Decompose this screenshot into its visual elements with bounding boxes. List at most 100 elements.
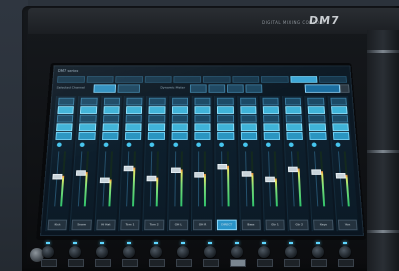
- hardware-select-key[interactable]: [95, 259, 111, 267]
- channel-name-label[interactable]: Bass: [241, 219, 261, 231]
- screen-tab[interactable]: [231, 76, 260, 83]
- channel-eq-button[interactable]: [308, 114, 326, 123]
- hardware-select-key[interactable]: [68, 259, 84, 267]
- channel-input-button[interactable]: [148, 97, 166, 106]
- channel-send-button[interactable]: [124, 132, 142, 140]
- fader-cap[interactable]: [335, 173, 346, 179]
- channel-eq-button[interactable]: [240, 114, 257, 123]
- channel-dyn-button[interactable]: [309, 123, 326, 132]
- channel-eq-button[interactable]: [79, 114, 97, 123]
- channel-send-button[interactable]: [171, 132, 188, 140]
- channel-send-button[interactable]: [332, 132, 350, 140]
- hardware-encoder-knob[interactable]: [69, 246, 81, 258]
- channel-input-button[interactable]: [126, 97, 143, 106]
- channel-send-button[interactable]: [147, 132, 165, 140]
- screen-tab-active[interactable]: [290, 76, 318, 83]
- screen-tab[interactable]: [56, 76, 85, 83]
- hardware-select-key[interactable]: [338, 259, 354, 267]
- channel-eq-button[interactable]: [102, 114, 120, 123]
- channel-input-button[interactable]: [58, 97, 75, 106]
- channel-dyn-button[interactable]: [286, 123, 303, 132]
- channel-input-button[interactable]: [284, 97, 302, 106]
- channel-send-button[interactable]: [240, 132, 258, 140]
- hardware-select-key[interactable]: [41, 259, 57, 267]
- channel-strip[interactable]: OH R: [190, 96, 214, 232]
- channel-gain-button[interactable]: [194, 106, 211, 114]
- screen-tab[interactable]: [261, 76, 289, 83]
- screen-tab[interactable]: [202, 76, 231, 83]
- close-button[interactable]: [339, 84, 350, 93]
- channel-pan-knob[interactable]: [288, 142, 294, 147]
- channel-strip[interactable]: Tom 1: [118, 96, 145, 232]
- channel-gain-button[interactable]: [285, 106, 302, 114]
- channel-name-label[interactable]: Kick: [47, 219, 68, 231]
- channel-name-label[interactable]: Gtr 1: [265, 219, 285, 231]
- channel-send-button[interactable]: [217, 132, 234, 140]
- channel-name-label[interactable]: Hi Hat: [95, 219, 116, 231]
- channel-name-label[interactable]: Tom 1: [120, 219, 140, 231]
- channel-name-label[interactable]: Snare: [71, 219, 92, 231]
- fader-cap[interactable]: [311, 169, 322, 175]
- channel-gain-button[interactable]: [217, 106, 234, 114]
- recall-button[interactable]: [304, 84, 341, 93]
- channel-eq-button[interactable]: [148, 114, 165, 123]
- channel-send-button[interactable]: [309, 132, 327, 140]
- channel-dyn-button[interactable]: [263, 123, 280, 132]
- channel-pan-knob[interactable]: [265, 142, 271, 147]
- channel-pan-knob[interactable]: [79, 142, 86, 147]
- hardware-encoder-knob[interactable]: [231, 246, 243, 258]
- channel-dyn-button[interactable]: [125, 123, 142, 132]
- channel-name-label[interactable]: Tom 2: [144, 219, 164, 231]
- channel-gain-button[interactable]: [57, 106, 75, 114]
- hardware-encoder-knob[interactable]: [42, 246, 54, 258]
- channel-pan-knob[interactable]: [196, 142, 201, 147]
- channel-dyn-button[interactable]: [194, 123, 211, 132]
- fader-cap[interactable]: [264, 176, 275, 183]
- channel-name-label[interactable]: DIRECT: [217, 219, 237, 231]
- channel-strip[interactable]: Gtr 1: [259, 96, 286, 232]
- channel-pan-knob[interactable]: [242, 142, 248, 147]
- channel-pan-knob[interactable]: [172, 142, 178, 147]
- channel-pan-knob[interactable]: [103, 142, 109, 147]
- channel-dyn-button[interactable]: [102, 123, 119, 132]
- fader-cap[interactable]: [194, 172, 204, 178]
- hardware-encoder-knob[interactable]: [312, 246, 324, 258]
- channel-gain-button[interactable]: [125, 106, 143, 114]
- channel-input-button[interactable]: [330, 97, 347, 106]
- channel-name-label[interactable]: Keys: [313, 219, 334, 231]
- screen-tab[interactable]: [86, 76, 114, 83]
- channel-eq-button[interactable]: [171, 114, 188, 123]
- hardware-select-key[interactable]: [257, 259, 273, 267]
- hardware-select-key[interactable]: [203, 259, 219, 267]
- fader-cap[interactable]: [76, 170, 87, 176]
- channel-input-button[interactable]: [103, 97, 121, 106]
- hardware-select-key[interactable]: [176, 259, 192, 267]
- hardware-encoder-knob[interactable]: [96, 246, 108, 258]
- channel-pan-knob[interactable]: [149, 142, 155, 147]
- fader-cap[interactable]: [241, 171, 252, 177]
- fader-cap[interactable]: [170, 167, 181, 174]
- channel-eq-button[interactable]: [194, 114, 211, 123]
- screen-tab[interactable]: [173, 76, 202, 83]
- fader-cap[interactable]: [217, 163, 228, 170]
- channel-input-button[interactable]: [80, 97, 98, 106]
- channel-strip[interactable]: Bass: [236, 96, 262, 232]
- channel-input-button[interactable]: [307, 97, 325, 106]
- fader-cap[interactable]: [288, 166, 298, 173]
- channel-eq-button[interactable]: [331, 114, 349, 123]
- channel-send-button[interactable]: [286, 132, 304, 140]
- channel-eq-button[interactable]: [285, 114, 303, 123]
- channel-send-button[interactable]: [55, 132, 73, 140]
- screen-tab[interactable]: [319, 76, 347, 83]
- mode-button[interactable]: [93, 84, 117, 93]
- meter-button[interactable]: [189, 84, 207, 93]
- channel-name-label[interactable]: OH R: [192, 219, 213, 231]
- screen-tab[interactable]: [115, 76, 143, 83]
- channel-send-button[interactable]: [263, 132, 281, 140]
- channel-strip[interactable]: Tom 2: [142, 96, 168, 232]
- hardware-select-key[interactable]: [311, 259, 327, 267]
- hardware-select-key[interactable]: [122, 259, 138, 267]
- channel-pan-knob[interactable]: [219, 142, 225, 147]
- channel-pan-knob[interactable]: [335, 142, 341, 147]
- hardware-encoder-knob[interactable]: [123, 246, 135, 258]
